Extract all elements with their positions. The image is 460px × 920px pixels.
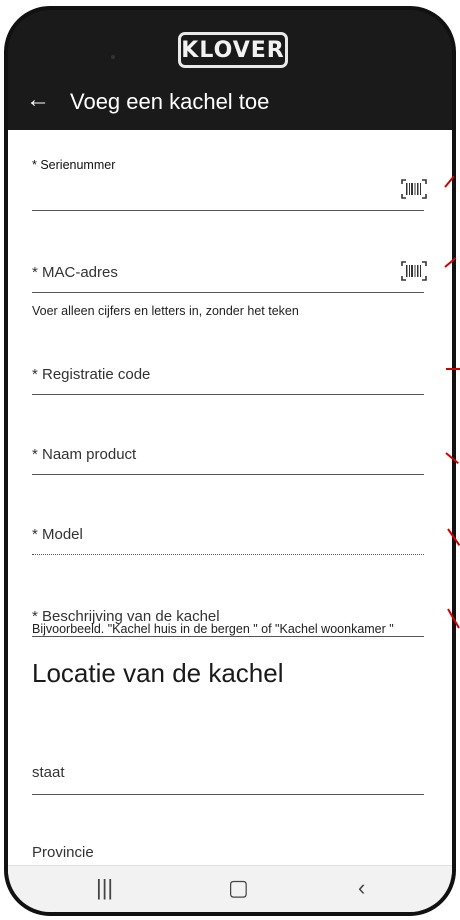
serial-label: * Serienummer xyxy=(32,158,116,172)
serial-underline xyxy=(32,210,424,211)
nav-back-icon[interactable]: ‹ xyxy=(358,876,365,900)
registration-label: * Registratie code xyxy=(32,366,151,383)
logo-text: KLOVER xyxy=(181,37,285,63)
android-nav-bar: ||| ▢ ‹ xyxy=(8,865,452,912)
model-label: * Model xyxy=(32,526,83,543)
recents-icon[interactable]: ||| xyxy=(96,876,113,900)
page-title: Voeg een kachel toe xyxy=(70,89,270,114)
mac-hint: Voer alleen cijfers en letters in, zonde… xyxy=(32,304,299,318)
registration-underline xyxy=(32,394,424,395)
state-underline xyxy=(32,794,424,795)
phone-frame: KLOVER ← Voeg een kachel toe * Serienumm… xyxy=(4,6,456,916)
province-label: Provincie xyxy=(32,844,94,861)
mac-label: * MAC-adres xyxy=(32,264,118,281)
klover-logo: KLOVER xyxy=(178,32,288,68)
barcode-scan-icon[interactable] xyxy=(400,178,428,200)
model-field[interactable]: * Model xyxy=(32,500,424,556)
state-label: staat xyxy=(32,764,65,781)
mac-underline xyxy=(32,292,424,293)
home-icon[interactable]: ▢ xyxy=(228,876,249,900)
model-underline xyxy=(32,554,424,555)
registration-field[interactable]: * Registratie code xyxy=(32,340,424,396)
barcode-scan-icon[interactable] xyxy=(400,260,428,282)
annotation-mark xyxy=(446,368,460,370)
serial-field[interactable]: * Serienummer xyxy=(32,150,427,212)
mac-field[interactable]: * MAC-adres xyxy=(32,240,427,294)
product-name-label: * Naam product xyxy=(32,446,137,463)
arrow-left-icon[interactable]: ← xyxy=(26,88,50,112)
form-content: * Serienummer * MAC-adres Voer alleen ci… xyxy=(8,130,452,875)
state-field[interactable]: staat xyxy=(32,742,424,795)
camera-dot xyxy=(111,55,115,59)
description-hint: Bijvoorbeeld. "Kachel huis in de bergen … xyxy=(32,622,394,636)
product-name-field[interactable]: * Naam product xyxy=(32,420,424,476)
app-header: KLOVER ← Voeg een kachel toe xyxy=(8,10,452,130)
location-heading: Locatie van de kachel xyxy=(32,658,284,688)
product-name-underline xyxy=(32,474,424,475)
description-underline xyxy=(32,636,424,637)
